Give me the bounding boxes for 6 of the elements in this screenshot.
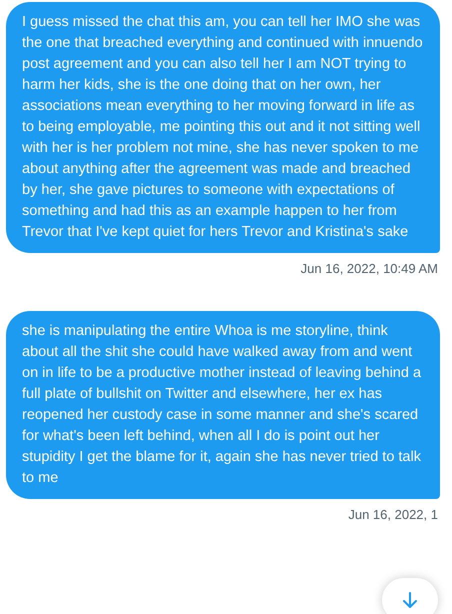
message-bubble: I guess missed the chat this am, you can tell her IMO she was the one that breached everything and continued with innuendo post agreement and you can also tell her I am NOT trying to harm her kids, she is the one doing that on her own, her associations mean everything to her moving forward in life as to being employable, me pointing this out and it not sitting well with her is her problem not mine, she has never spoken to me about anything after the agreement was made and breached by her, she gave pictures to someone with expectations of something and had this as an example happen to her from Trevor that I've kept quiet for hers Trevor and Kristina's sake: [6, 2, 440, 253]
arrow-down-icon: [402, 591, 418, 609]
timestamp: Jun 16, 2022, 1: [348, 507, 439, 523]
timestamp: Jun 16, 2022, 10:49 AM: [300, 261, 439, 277]
scroll-down-button[interactable]: [382, 578, 438, 614]
message-bubble: she is manipulating the entire Whoa is me storyline, think about all the shit she could have walked away from and went on in life to be a productive mother instead of leaving behind a full plate of bullshit on Twitter and elsewhere, her ex has reopened her custody case in some manner and she's scared for what's been left behind, when all I do is point out her stupidity I get the blame for it, again she has never tried to talk to me: [6, 311, 440, 499]
